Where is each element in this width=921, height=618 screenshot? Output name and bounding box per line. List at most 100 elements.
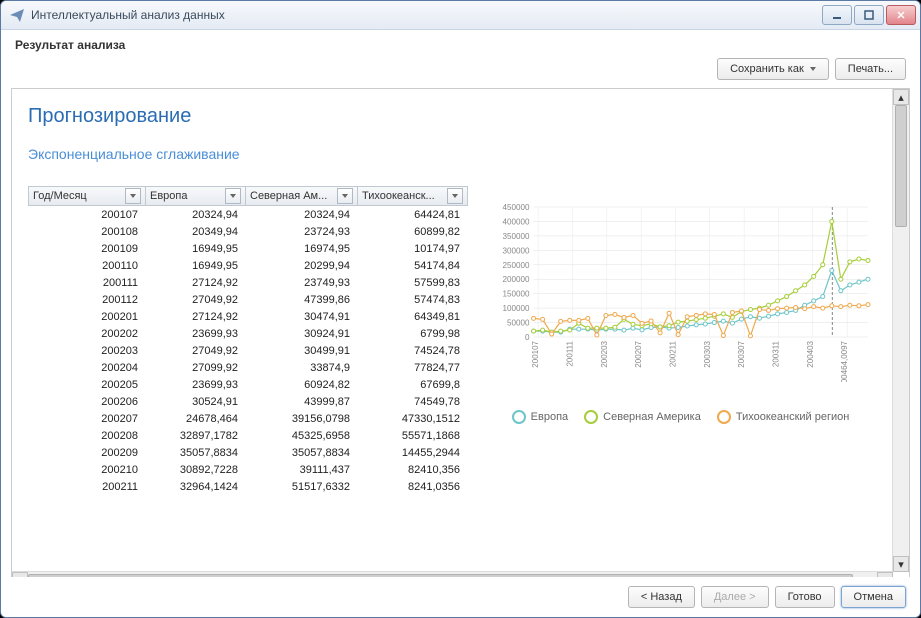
table-row: 20010720324,9420324,9464424,81 <box>28 206 468 223</box>
table-row: 20020327049,9230499,9174524,78 <box>28 342 468 359</box>
table-cell: 23749,93 <box>246 277 358 289</box>
table-row: 20020523699,9360924,8267699,8 <box>28 376 468 393</box>
app-icon <box>9 7 25 23</box>
table-cell: 39111,437 <box>246 464 358 476</box>
table-cell: 200207 <box>28 413 146 425</box>
table-cell: 14455,2944 <box>358 447 468 459</box>
col-header-europe[interactable]: Европа <box>146 186 246 206</box>
table-cell: 20299,94 <box>246 260 358 272</box>
table-cell: 200211 <box>28 481 146 493</box>
print-button[interactable]: Печать... <box>835 58 906 80</box>
svg-text:50000: 50000 <box>507 319 530 328</box>
finish-button[interactable]: Готово <box>775 586 835 608</box>
table-cell: 32964,1424 <box>146 481 246 493</box>
table-cell: 20324,94 <box>146 209 246 221</box>
col-header-date[interactable]: Год/Месяц <box>28 186 146 206</box>
table-cell: 30474,91 <box>246 311 358 323</box>
table-cell: 200201 <box>28 311 146 323</box>
data-table: Год/Месяц Европа Северная Ам... Тихоокеа… <box>28 186 468 495</box>
table-row: 20020427099,9233874,977824,77 <box>28 359 468 376</box>
table-cell: 24678,464 <box>146 413 246 425</box>
table-cell: 45325,6958 <box>246 430 358 442</box>
svg-text:400000: 400000 <box>503 217 531 226</box>
table-cell: 43999,87 <box>246 396 358 408</box>
filter-icon[interactable] <box>125 188 141 204</box>
svg-text:200307: 200307 <box>737 340 746 367</box>
table-cell: 30499,91 <box>246 345 358 357</box>
table-row: 20011127124,9223749,9357599,83 <box>28 274 468 291</box>
table-cell: 27124,92 <box>146 311 246 323</box>
svg-text:200111: 200111 <box>565 340 574 366</box>
legend-na: Северная Америка <box>584 410 701 424</box>
back-button[interactable]: < Назад <box>628 586 695 608</box>
titlebar: Интеллектуальный анализ данных <box>1 1 920 30</box>
heading-2: Экспоненциальное сглаживание <box>28 146 873 162</box>
table-cell: 200210 <box>28 464 146 476</box>
swatch-icon <box>717 410 731 424</box>
table-cell: 32897,1782 <box>146 430 246 442</box>
save-as-label: Сохранить как <box>730 63 804 75</box>
table-cell: 57474,83 <box>358 294 468 306</box>
table-body: 20010720324,9420324,9464424,812001082034… <box>28 206 468 495</box>
maximize-button[interactable] <box>854 5 884 25</box>
table-cell: 200202 <box>28 328 146 340</box>
table-cell: 20324,94 <box>246 209 358 221</box>
table-row: 20010820349,9423724,9360899,82 <box>28 223 468 240</box>
table-cell: 33874,9 <box>246 362 358 374</box>
scroll-thumb[interactable] <box>895 105 907 227</box>
svg-text:200311: 200311 <box>771 340 780 367</box>
filter-icon[interactable] <box>447 188 463 204</box>
scroll-up-icon[interactable]: ▴ <box>893 89 909 105</box>
table-row: 20011227049,9247399,8657474,83 <box>28 291 468 308</box>
split-layout: Год/Месяц Европа Северная Ам... Тихоокеа… <box>28 186 873 495</box>
legend-pacific: Тихоокеанский регион <box>717 410 849 424</box>
table-cell: 23699,93 <box>146 328 246 340</box>
table-cell: 27049,92 <box>146 345 246 357</box>
content-area: Прогнозирование Экспоненциальное сглажив… <box>11 88 910 589</box>
scroll-down-icon[interactable]: ▾ <box>893 556 909 572</box>
table-cell: 200208 <box>28 430 146 442</box>
table-cell: 23724,93 <box>246 226 358 238</box>
svg-text:200203: 200203 <box>600 340 609 367</box>
heading-1: Прогнозирование <box>28 105 873 128</box>
table-cell: 30892,7228 <box>146 464 246 476</box>
cancel-button[interactable]: Отмена <box>841 586 906 608</box>
col-header-na[interactable]: Северная Ам... <box>246 186 358 206</box>
next-button: Далее > <box>701 586 769 608</box>
svg-text:200303: 200303 <box>703 340 712 367</box>
table-cell: 200112 <box>28 294 146 306</box>
table-cell: 200109 <box>28 243 146 255</box>
svg-text:200211: 200211 <box>668 340 677 367</box>
table-cell: 67699,8 <box>358 379 468 391</box>
filter-icon[interactable] <box>225 188 241 204</box>
table-cell: 23699,93 <box>146 379 246 391</box>
table-cell: 16949,95 <box>146 243 246 255</box>
svg-text:200107: 200107 <box>531 340 540 367</box>
table-cell: 57599,83 <box>358 277 468 289</box>
table-cell: 30924,91 <box>246 328 358 340</box>
save-as-button[interactable]: Сохранить как <box>717 58 829 80</box>
table-cell: 55571,1868 <box>358 430 468 442</box>
scrollbar-vertical[interactable]: ▴ ▾ <box>892 89 909 572</box>
svg-text:450000: 450000 <box>503 203 531 212</box>
svg-text:150000: 150000 <box>503 290 531 299</box>
minimize-button[interactable] <box>822 5 852 25</box>
table-header: Год/Месяц Европа Северная Ам... Тихоокеа… <box>28 186 468 206</box>
table-cell: 51517,6332 <box>246 481 358 493</box>
table-cell: 200206 <box>28 396 146 408</box>
table-row: 20020832897,178245325,695855571,1868 <box>28 427 468 444</box>
table-cell: 60924,82 <box>246 379 358 391</box>
toolbar: Сохранить как Печать... <box>1 54 920 88</box>
close-button[interactable] <box>886 5 916 25</box>
table-row: 20020127124,9230474,9164349,81 <box>28 308 468 325</box>
filter-icon[interactable] <box>337 188 353 204</box>
table-row: 20020724678,46439156,079847330,1512 <box>28 410 468 427</box>
table-cell: 35057,8834 <box>146 447 246 459</box>
legend-europe: Европа <box>512 410 569 424</box>
svg-text:100000: 100000 <box>503 304 531 313</box>
svg-text:350000: 350000 <box>503 232 531 241</box>
table-cell: 64349,81 <box>358 311 468 323</box>
table-row: 20010916949,9516974,9510174,97 <box>28 240 468 257</box>
col-header-pacific[interactable]: Тихоокеанск... <box>358 186 468 206</box>
content-inner: Прогнозирование Экспоненциальное сглажив… <box>12 89 893 572</box>
